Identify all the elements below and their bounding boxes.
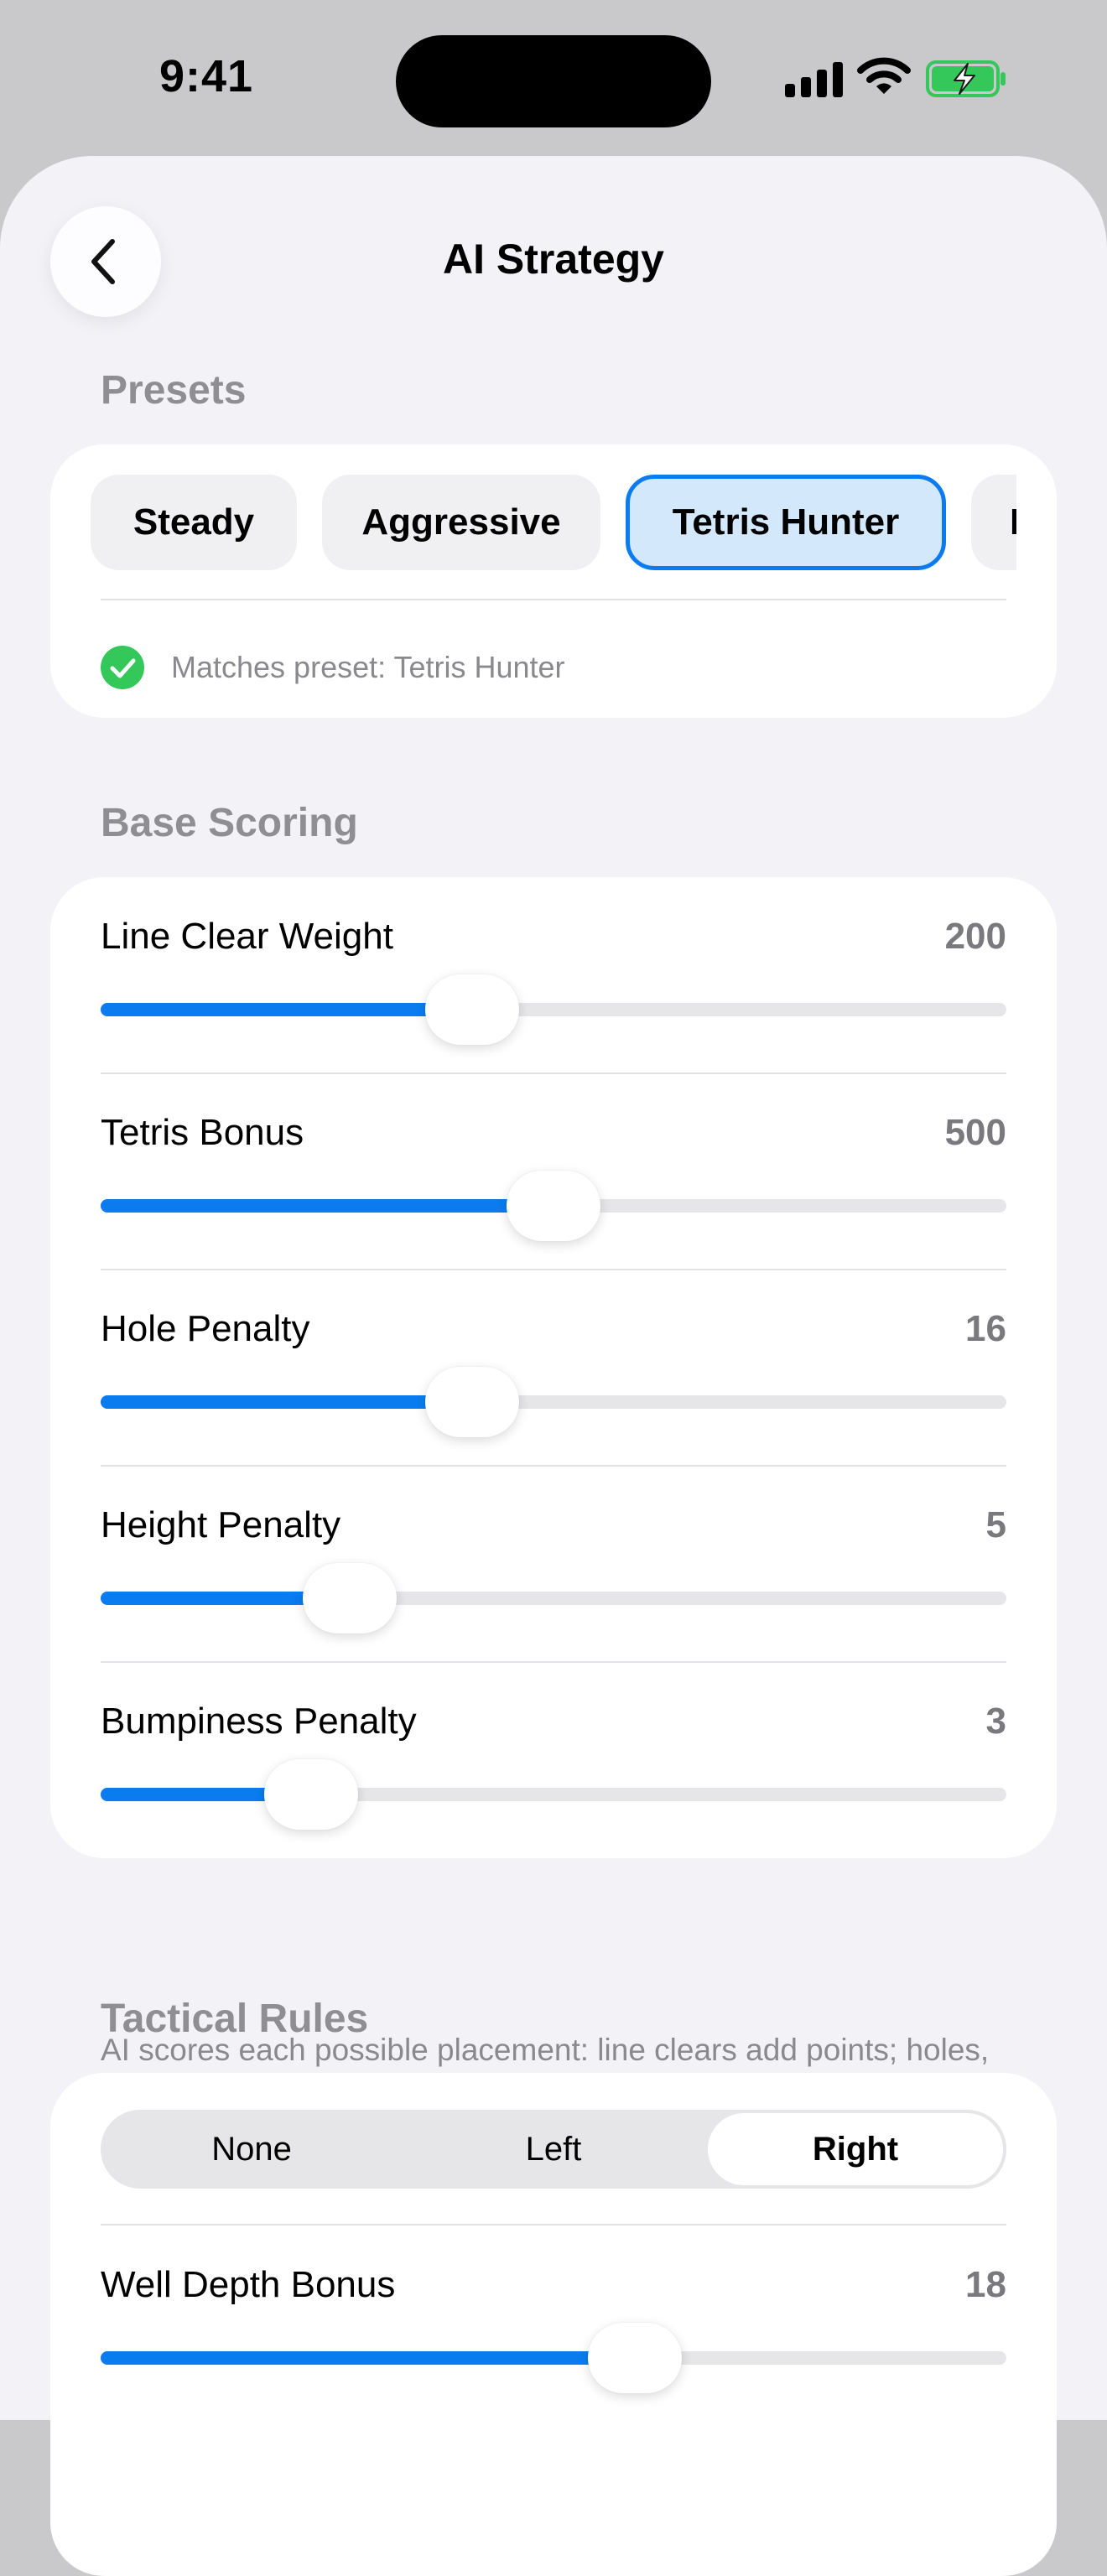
height-penalty-slider[interactable] [101,1563,1006,1633]
preset-chip-tetris-hunter[interactable]: Tetris Hunter [626,475,946,570]
slider-thumb[interactable] [263,1759,358,1830]
slider-label: Height Penalty [101,1504,341,1545]
slider-fill [101,1199,554,1213]
slider-thumb[interactable] [424,974,519,1045]
dynamic-island [396,35,711,127]
slider-row-tetris-bonus: Tetris Bonus 500 [50,1073,1057,1270]
checkmark-circle-icon [101,646,144,689]
wifi-icon [857,57,911,94]
page-title: AI Strategy [443,236,664,283]
preset-chip-row[interactable]: Steady Aggressive Tetris Hunter B [91,475,1016,574]
slider-value: 3 [985,1701,1006,1742]
slider-value: 18 [965,2264,1006,2305]
slider-value: 200 [944,916,1006,957]
slider-row-height-penalty: Height Penalty 5 [50,1466,1057,1662]
slider-fill [101,1003,472,1016]
slider-thumb[interactable] [303,1563,397,1633]
slider-row-line-clear-weight: Line Clear Weight 200 [50,877,1057,1073]
preset-match-status: Matches preset: Tetris Hunter [101,644,565,691]
slider-thumb[interactable] [507,1171,600,1241]
presets-header: Presets [101,368,247,413]
tetris-bonus-slider[interactable] [101,1171,1006,1241]
line-clear-weight-slider[interactable] [101,974,1006,1045]
slider-thumb[interactable] [424,1367,519,1437]
slider-label: Well Depth Bonus [101,2264,396,2305]
base-scoring-card: Line Clear Weight 200 Tetris Bonus 500 H… [50,877,1057,1858]
cellular-signal-icon [785,60,844,97]
bumpiness-penalty-slider[interactable] [101,1759,1006,1830]
preset-chip-aggressive[interactable]: Aggressive [322,475,600,570]
match-preset-text: Matches preset: Tetris Hunter [171,650,565,684]
slider-row-well-depth-bonus: Well Depth Bonus 18 [50,2225,1057,2422]
presets-card: Steady Aggressive Tetris Hunter B Matche… [50,444,1057,718]
slider-label: Bumpiness Penalty [101,1701,417,1742]
divider [101,599,1006,600]
status-bar: 9:41 [0,0,1107,159]
slider-label: Hole Penalty [101,1308,310,1349]
tactical-rules-card: None Left Right Well Depth Bonus 18 [50,2073,1057,2576]
base-scoring-header: Base Scoring [101,801,358,845]
hole-penalty-slider[interactable] [101,1367,1006,1437]
slider-thumb[interactable] [588,2323,683,2393]
slider-value: 5 [985,1504,1006,1545]
segment-left[interactable]: Left [403,2110,704,2189]
tactical-rules-header: Tactical Rules [101,1997,369,2041]
preset-chip-steady[interactable]: Steady [91,475,297,570]
slider-fill [101,2351,636,2365]
slider-label: Line Clear Weight [101,916,393,957]
slider-value: 500 [944,1112,1006,1153]
slider-fill [101,1395,472,1409]
preset-chip-next[interactable]: B [971,475,1016,570]
well-depth-bonus-slider[interactable] [101,2323,1006,2393]
status-time: 9:41 [159,51,254,101]
slider-value: 16 [965,1308,1006,1349]
slider-label: Tetris Bonus [101,1112,304,1153]
slider-row-bumpiness-penalty: Bumpiness Penalty 3 [50,1662,1057,1858]
well-side-segmented-control: None Left Right [101,2110,1006,2189]
settings-sheet: AI Strategy Presets Steady Aggressive Te… [0,156,1107,2576]
segment-none[interactable]: None [101,2110,403,2189]
segment-right[interactable]: Right [704,2110,1006,2189]
battery-charging-icon [926,60,1006,97]
slider-row-hole-penalty: Hole Penalty 16 [50,1270,1057,1466]
